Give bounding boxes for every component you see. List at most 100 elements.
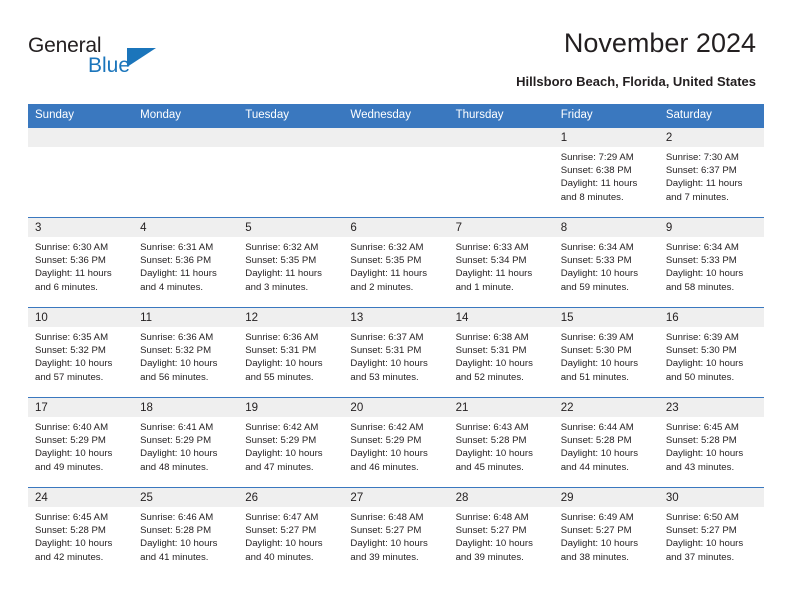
calendar-day-cell[interactable]: 16 Sunrise: 6:39 AM Sunset: 5:30 PM Dayligh… xyxy=(658,307,764,398)
day-cell-inner: 7 Sunrise: 6:33 AM Sunset: 5:34 PM Daylight… xyxy=(448,218,554,307)
calendar-day-cell[interactable]: 9 Sunrise: 6:34 AM Sunset: 5:33 PM Daylight… xyxy=(658,217,764,308)
calendar-day-cell[interactable]: 28 Sunrise: 6:48 AM Sunset: 5:27 PM Dayligh… xyxy=(448,487,554,577)
calendar-cell-empty xyxy=(28,128,134,218)
sunrise-text: Sunrise: 6:39 AM xyxy=(560,332,634,343)
sunset-text: Sunset: 6:37 PM xyxy=(665,165,737,177)
sunrise-text: Sunrise: 7:29 AM xyxy=(560,152,634,163)
day-details: Sunrise: 7:29 AM Sunset: 6:38 PM Daylight:… xyxy=(554,147,659,204)
day-cell-inner: 10 Sunrise: 6:35 AM Sunset: 5:32 PM Dayligh… xyxy=(28,308,134,397)
calendar-day-cell[interactable]: 8 Sunrise: 6:34 AM Sunset: 5:33 PM Daylight… xyxy=(553,217,659,308)
day-details: Sunrise: 6:32 AM Sunset: 5:35 PM Daylight:… xyxy=(238,237,343,294)
day-cell-inner: 6 Sunrise: 6:32 AM Sunset: 5:35 PM Daylight… xyxy=(343,218,449,307)
calendar-cell-empty xyxy=(343,128,449,218)
sunset-text: Sunset: 5:28 PM xyxy=(455,435,527,447)
day-details: Sunrise: 6:44 AM Sunset: 5:28 PM Daylight:… xyxy=(554,417,659,474)
daylight-text: Daylight: 10 hours and 51 minutes. xyxy=(560,358,639,383)
day-details: Sunrise: 6:42 AM Sunset: 5:29 PM Daylight:… xyxy=(343,417,448,474)
calendar-day-cell[interactable]: 21 Sunrise: 6:43 AM Sunset: 5:28 PM Dayligh… xyxy=(448,397,554,488)
sunrise-text: Sunrise: 7:30 AM xyxy=(665,152,739,163)
calendar-day-cell[interactable]: 30 Sunrise: 6:50 AM Sunset: 5:27 PM Dayligh… xyxy=(658,487,764,577)
daylight-text: Daylight: 10 hours and 37 minutes. xyxy=(665,538,744,563)
calendar-day-cell[interactable]: 11 Sunrise: 6:36 AM Sunset: 5:32 PM Dayligh… xyxy=(133,307,239,398)
sunrise-text: Sunrise: 6:36 AM xyxy=(245,332,319,343)
calendar-day-cell[interactable]: 14 Sunrise: 6:38 AM Sunset: 5:31 PM Dayligh… xyxy=(448,307,554,398)
day-number xyxy=(28,128,134,147)
calendar-day-cell[interactable]: 5 Sunrise: 6:32 AM Sunset: 5:35 PM Daylight… xyxy=(238,217,344,308)
calendar-day-cell[interactable]: 10 Sunrise: 6:35 AM Sunset: 5:32 PM Dayligh… xyxy=(28,307,134,398)
calendar-day-cell[interactable]: 7 Sunrise: 6:33 AM Sunset: 5:34 PM Daylight… xyxy=(448,217,554,308)
sunrise-text: Sunrise: 6:50 AM xyxy=(665,512,739,523)
sunset-text: Sunset: 5:33 PM xyxy=(665,255,737,267)
day-details: Sunrise: 6:40 AM Sunset: 5:29 PM Daylight:… xyxy=(28,417,133,474)
sunrise-text: Sunrise: 6:35 AM xyxy=(35,332,109,343)
day-number: 23 xyxy=(658,398,764,417)
calendar-day-cell[interactable]: 1 Sunrise: 7:29 AM Sunset: 6:38 PM Daylight… xyxy=(553,128,659,218)
day-number xyxy=(238,128,344,147)
sunset-text: Sunset: 5:35 PM xyxy=(350,255,422,267)
day-number: 19 xyxy=(238,398,344,417)
daylight-text: Daylight: 10 hours and 55 minutes. xyxy=(245,358,323,383)
sunrise-text: Sunrise: 6:30 AM xyxy=(35,242,109,253)
daylight-text: Daylight: 10 hours and 38 minutes. xyxy=(560,538,639,563)
day-number: 9 xyxy=(658,218,764,237)
sunrise-text: Sunrise: 6:41 AM xyxy=(140,422,214,433)
weekday-header-sunday: Sunday xyxy=(28,104,134,128)
day-cell-inner: 20 Sunrise: 6:42 AM Sunset: 5:29 PM Dayligh… xyxy=(343,398,449,487)
calendar-day-cell[interactable]: 25 Sunrise: 6:46 AM Sunset: 5:28 PM Dayligh… xyxy=(133,487,239,577)
calendar-week-row: 3 Sunrise: 6:30 AM Sunset: 5:36 PM Daylight… xyxy=(28,217,764,308)
day-cell-inner: 8 Sunrise: 6:34 AM Sunset: 5:33 PM Daylight… xyxy=(553,218,659,307)
calendar-body: 1 Sunrise: 7:29 AM Sunset: 6:38 PM Daylight… xyxy=(28,128,764,577)
sunrise-text: Sunrise: 6:45 AM xyxy=(35,512,109,523)
weekday-header-thursday: Thursday xyxy=(448,104,554,128)
daylight-text: Daylight: 10 hours and 47 minutes. xyxy=(245,448,323,473)
calendar-cell-empty xyxy=(238,128,344,218)
day-details: Sunrise: 7:30 AM Sunset: 6:37 PM Daylight:… xyxy=(659,147,764,204)
calendar-day-cell[interactable]: 12 Sunrise: 6:36 AM Sunset: 5:31 PM Dayligh… xyxy=(238,307,344,398)
day-details: Sunrise: 6:36 AM Sunset: 5:32 PM Daylight:… xyxy=(133,327,238,384)
calendar-day-cell[interactable]: 2 Sunrise: 7:30 AM Sunset: 6:37 PM Daylight… xyxy=(658,128,764,218)
sunrise-text: Sunrise: 6:36 AM xyxy=(140,332,214,343)
daylight-text: Daylight: 10 hours and 39 minutes. xyxy=(455,538,533,563)
calendar-day-cell[interactable]: 15 Sunrise: 6:39 AM Sunset: 5:30 PM Dayligh… xyxy=(553,307,659,398)
day-details: Sunrise: 6:30 AM Sunset: 5:36 PM Daylight:… xyxy=(28,237,133,294)
sunrise-text: Sunrise: 6:42 AM xyxy=(245,422,319,433)
calendar-day-cell[interactable]: 3 Sunrise: 6:30 AM Sunset: 5:36 PM Daylight… xyxy=(28,217,134,308)
daylight-text: Daylight: 10 hours and 49 minutes. xyxy=(35,448,113,473)
calendar-week-row: 1 Sunrise: 7:29 AM Sunset: 6:38 PM Daylight… xyxy=(28,128,764,218)
calendar-day-cell[interactable]: 24 Sunrise: 6:45 AM Sunset: 5:28 PM Dayligh… xyxy=(28,487,134,577)
day-details: Sunrise: 6:50 AM Sunset: 5:27 PM Daylight:… xyxy=(659,507,764,564)
calendar-day-cell[interactable]: 4 Sunrise: 6:31 AM Sunset: 5:36 PM Daylight… xyxy=(133,217,239,308)
day-number: 15 xyxy=(553,308,659,327)
sunrise-text: Sunrise: 6:32 AM xyxy=(350,242,424,253)
calendar-day-cell[interactable]: 19 Sunrise: 6:42 AM Sunset: 5:29 PM Dayligh… xyxy=(238,397,344,488)
calendar-day-cell[interactable]: 27 Sunrise: 6:48 AM Sunset: 5:27 PM Dayligh… xyxy=(343,487,449,577)
weekday-header-friday: Friday xyxy=(553,104,659,128)
day-cell-inner: 26 Sunrise: 6:47 AM Sunset: 5:27 PM Dayligh… xyxy=(238,488,344,577)
sunrise-text: Sunrise: 6:37 AM xyxy=(350,332,424,343)
calendar-day-cell[interactable]: 26 Sunrise: 6:47 AM Sunset: 5:27 PM Dayligh… xyxy=(238,487,344,577)
sunrise-text: Sunrise: 6:48 AM xyxy=(455,512,529,523)
page-header: General Blue November 2024 Hillsboro Bea… xyxy=(28,26,756,102)
sunset-text: Sunset: 5:29 PM xyxy=(245,435,317,447)
day-cell-inner xyxy=(448,128,554,217)
sunset-text: Sunset: 5:34 PM xyxy=(455,255,527,267)
daylight-text: Daylight: 10 hours and 45 minutes. xyxy=(455,448,533,473)
calendar-day-cell[interactable]: 17 Sunrise: 6:40 AM Sunset: 5:29 PM Dayligh… xyxy=(28,397,134,488)
calendar-day-cell[interactable]: 23 Sunrise: 6:45 AM Sunset: 5:28 PM Dayligh… xyxy=(658,397,764,488)
sunset-text: Sunset: 5:28 PM xyxy=(560,435,632,447)
day-number: 21 xyxy=(448,398,554,417)
calendar-day-cell[interactable]: 22 Sunrise: 6:44 AM Sunset: 5:28 PM Dayligh… xyxy=(553,397,659,488)
calendar-day-cell[interactable]: 18 Sunrise: 6:41 AM Sunset: 5:29 PM Dayligh… xyxy=(133,397,239,488)
day-details: Sunrise: 6:39 AM Sunset: 5:30 PM Daylight:… xyxy=(554,327,659,384)
sunset-text: Sunset: 5:29 PM xyxy=(350,435,422,447)
day-number: 7 xyxy=(448,218,554,237)
calendar-day-cell[interactable]: 29 Sunrise: 6:49 AM Sunset: 5:27 PM Dayligh… xyxy=(553,487,659,577)
calendar-cell-empty xyxy=(133,128,239,218)
sunset-text: Sunset: 5:29 PM xyxy=(35,435,106,447)
calendar-day-cell[interactable]: 20 Sunrise: 6:42 AM Sunset: 5:29 PM Dayligh… xyxy=(343,397,449,488)
daylight-text: Daylight: 10 hours and 41 minutes. xyxy=(140,538,218,563)
calendar-day-cell[interactable]: 13 Sunrise: 6:37 AM Sunset: 5:31 PM Dayligh… xyxy=(343,307,449,398)
weekday-header-tuesday: Tuesday xyxy=(238,104,344,128)
general-blue-logo[interactable]: General Blue xyxy=(28,34,208,82)
calendar-day-cell[interactable]: 6 Sunrise: 6:32 AM Sunset: 5:35 PM Daylight… xyxy=(343,217,449,308)
